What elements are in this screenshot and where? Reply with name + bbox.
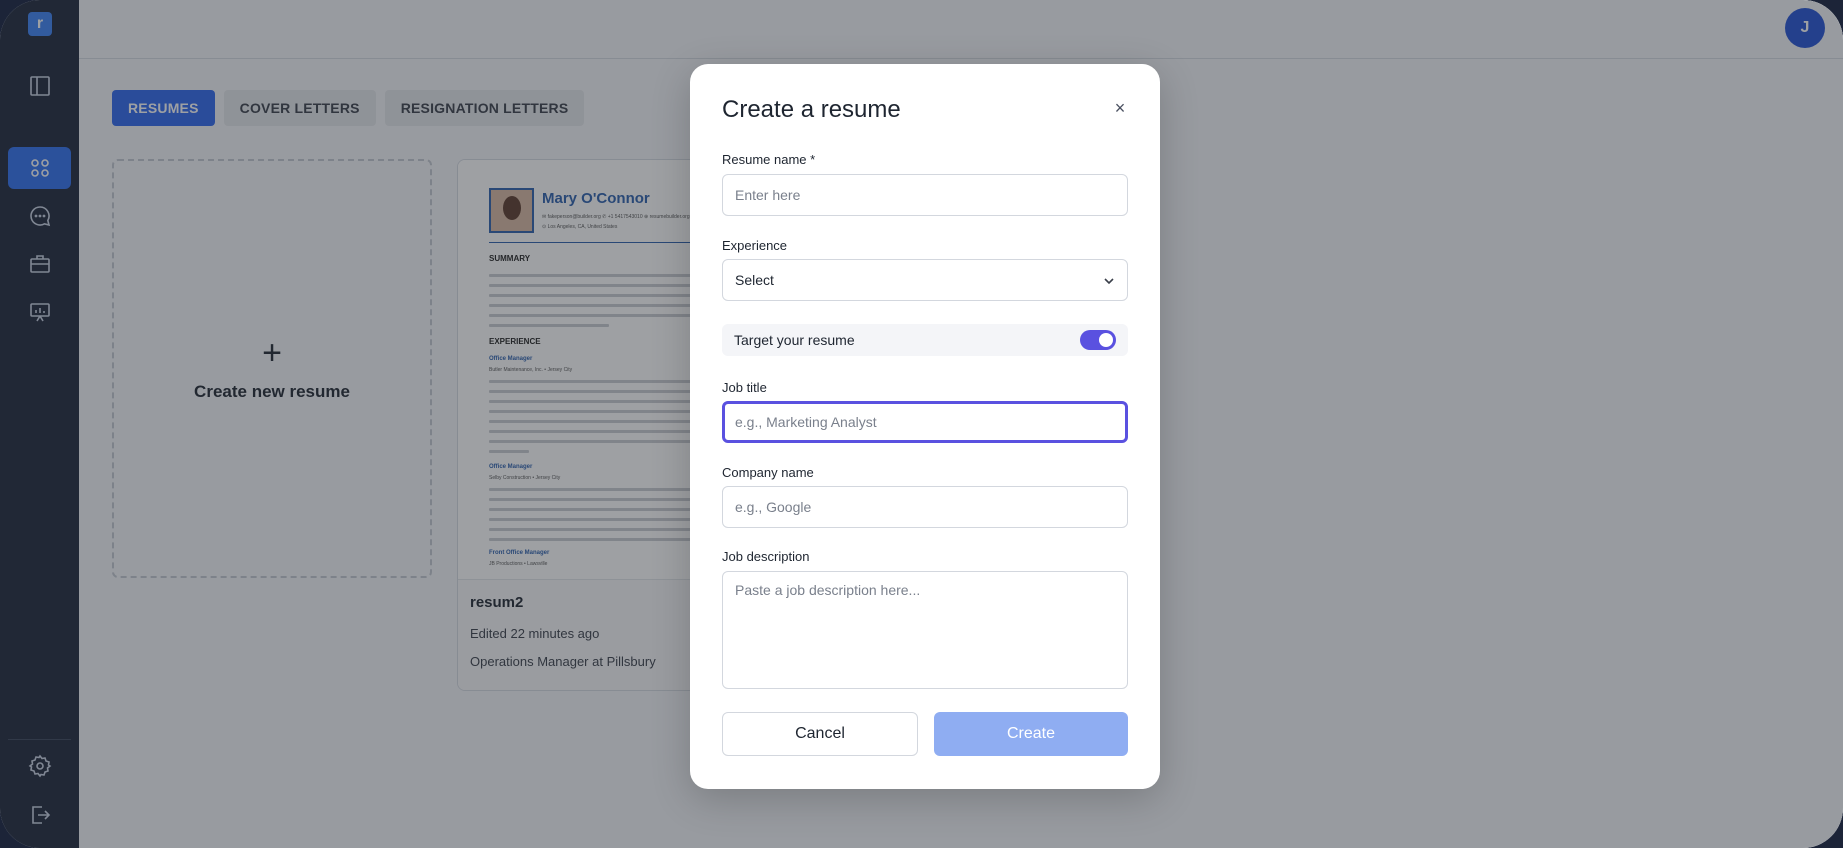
close-icon[interactable]: × bbox=[1110, 98, 1130, 118]
create-resume-dialog: Create a resume × Resume name * Experien… bbox=[690, 64, 1160, 789]
experience-select-value: Select bbox=[735, 272, 774, 288]
target-resume-toggle[interactable] bbox=[1080, 330, 1116, 350]
cancel-button[interactable]: Cancel bbox=[722, 712, 918, 756]
target-resume-label: Target your resume bbox=[734, 332, 855, 348]
dialog-title: Create a resume bbox=[722, 96, 901, 123]
job-title-input[interactable] bbox=[722, 401, 1128, 443]
resume-name-label: Resume name * bbox=[722, 152, 816, 167]
company-name-input[interactable] bbox=[722, 486, 1128, 528]
company-name-label: Company name bbox=[722, 465, 814, 480]
job-description-label: Job description bbox=[722, 549, 810, 564]
chevron-down-icon bbox=[1103, 274, 1115, 286]
experience-label: Experience bbox=[722, 238, 788, 253]
target-resume-row: Target your resume bbox=[722, 324, 1128, 356]
job-title-label: Job title bbox=[722, 380, 767, 395]
app-frame: r J RESUMES COVER LETTERS RESIGNATION LE… bbox=[0, 0, 1843, 848]
create-button[interactable]: Create bbox=[934, 712, 1128, 756]
experience-select[interactable]: Select bbox=[722, 259, 1128, 301]
resume-name-input[interactable] bbox=[722, 174, 1128, 216]
job-description-textarea[interactable] bbox=[722, 571, 1128, 689]
